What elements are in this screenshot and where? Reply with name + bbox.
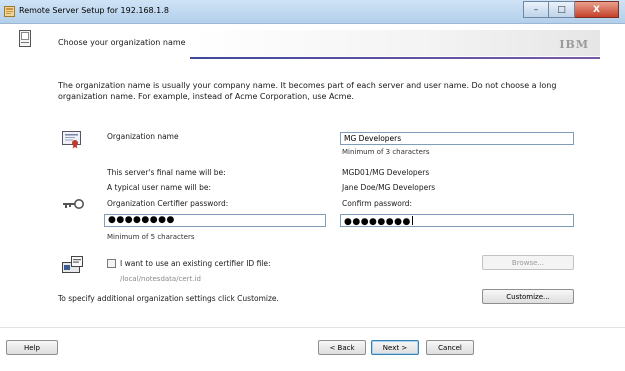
page-heading: Choose your organization name xyxy=(58,38,186,47)
document-icon xyxy=(19,30,31,47)
org-name-hint: Minimum of 3 characters xyxy=(342,148,430,156)
org-name-label: Organization name xyxy=(107,132,179,141)
server-name-value: MGD01/MG Developers xyxy=(342,168,430,177)
text-caret xyxy=(411,216,413,225)
password-value: ●●●●●●●● xyxy=(108,215,175,225)
window-controls: – □ X xyxy=(523,1,619,18)
use-existing-certifier-checkbox[interactable] xyxy=(107,259,116,268)
header-banner xyxy=(190,30,600,56)
password-input[interactable]: ●●●●●●●● xyxy=(104,214,326,227)
certifier-path: /local/notesdata/cert.id xyxy=(120,275,201,283)
close-button[interactable]: X xyxy=(575,1,619,18)
cancel-button[interactable]: Cancel xyxy=(426,340,474,355)
back-button[interactable]: < Back xyxy=(318,340,366,355)
help-button[interactable]: Help xyxy=(6,340,58,355)
confirm-password-value: ●●●●●●●● xyxy=(344,217,411,227)
confirm-password-input[interactable]: ●●●●●●●● xyxy=(340,214,574,227)
description-text: The organization name is usually your co… xyxy=(58,81,557,101)
use-existing-certifier-label: I want to use an existing certifier ID f… xyxy=(120,259,271,268)
browse-button[interactable]: Browse... xyxy=(482,255,574,270)
server-name-label: This server's final name will be: xyxy=(107,168,226,177)
title-bar: Remote Server Setup for 192.168.1.8 – □ … xyxy=(0,0,625,24)
window-title: Remote Server Setup for 192.168.1.8 xyxy=(19,6,169,15)
confirm-password-label: Confirm password: xyxy=(342,199,413,208)
customize-button[interactable]: Customize... xyxy=(482,289,574,304)
org-name-input[interactable]: MG Developers xyxy=(340,132,574,145)
id-file-icon xyxy=(62,256,83,273)
server-setup-icon xyxy=(4,6,15,17)
wizard-body: The organization name is usually your co… xyxy=(0,64,625,371)
minimize-button[interactable]: – xyxy=(523,1,549,18)
maximize-button[interactable]: □ xyxy=(549,1,575,18)
certificate-icon xyxy=(62,131,81,149)
customize-text: To specify additional organization setti… xyxy=(58,294,279,303)
user-name-label: A typical user name will be: xyxy=(107,183,211,192)
next-button[interactable]: Next > xyxy=(371,340,419,355)
header-banner-line xyxy=(190,57,600,59)
ibm-logo: IBM xyxy=(559,38,589,51)
user-name-value: Jane Doe/MG Developers xyxy=(342,183,436,192)
footer-divider xyxy=(0,327,625,328)
password-hint: Minimum of 5 characters xyxy=(107,233,195,241)
key-icon xyxy=(63,199,84,209)
wizard-header: Choose your organization name IBM xyxy=(0,24,625,64)
password-label: Organization Certifier password: xyxy=(107,199,229,208)
